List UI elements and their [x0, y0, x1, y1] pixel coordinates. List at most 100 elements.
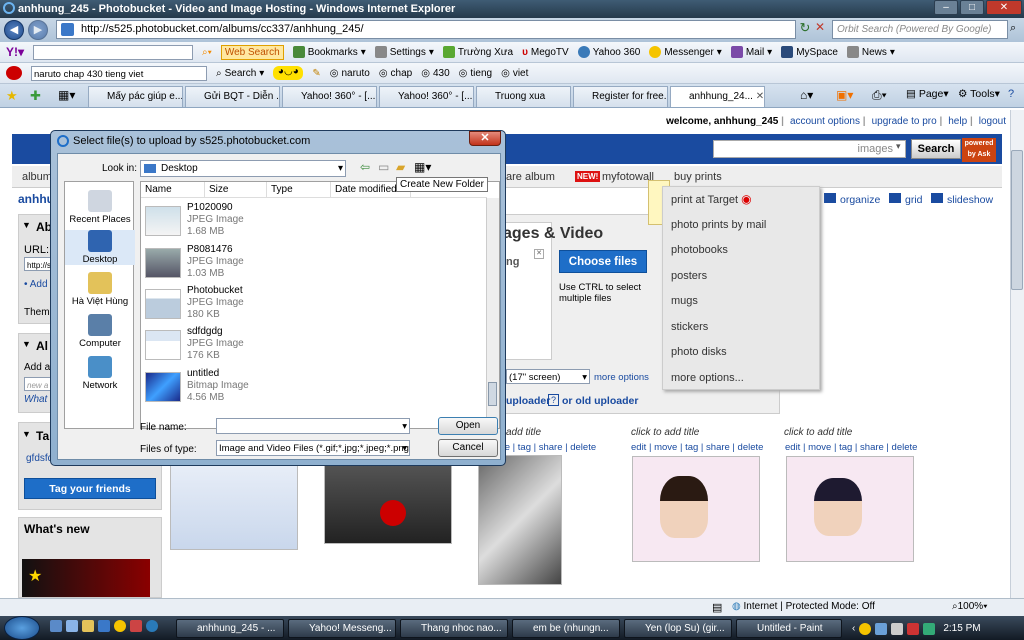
highlight-icon[interactable]: ✎ [312, 68, 320, 79]
uploader-help-icon[interactable]: ? [548, 394, 559, 406]
help-link[interactable]: help [948, 116, 967, 127]
col-type[interactable]: Type [267, 182, 331, 197]
ie-search-input[interactable]: Orbit Search (Powered By Google) [832, 20, 1008, 39]
zoom-control[interactable]: ⌕100%▾ [952, 601, 987, 612]
stop-icon[interactable]: ✕ [813, 20, 827, 39]
clock[interactable]: 2:15 PM [943, 623, 980, 634]
partial-actions[interactable]: ve | tag | share | delete [500, 442, 596, 453]
back-button[interactable]: ◀ [4, 20, 24, 40]
choose-files-button[interactable]: Choose files [559, 250, 647, 273]
pb-search-dropdown[interactable]: ▾ [896, 141, 901, 152]
partial-title[interactable]: add title [506, 427, 541, 438]
look-in-select[interactable]: Desktop ▾ [140, 160, 346, 177]
settings-menu[interactable]: Settings ▾ [374, 46, 434, 58]
quick-tabs-icon[interactable]: ▦▾ [58, 88, 75, 102]
file-list-scroll-thumb[interactable] [488, 382, 497, 406]
file-row[interactable]: P8081476 JPEG Image 1.03 MB [145, 244, 475, 284]
url-field[interactable]: http://s [24, 257, 52, 271]
term-tieng[interactable]: ◎ tieng [459, 68, 492, 79]
taskbar-item[interactable]: Thang nhoc nao... [400, 619, 508, 638]
what-link[interactable]: What [24, 394, 47, 405]
toolbar-search-button[interactable]: ⌕ Search ▾ [216, 68, 264, 79]
term-430[interactable]: ◎ 430 [421, 68, 449, 79]
place-recent[interactable]: Recent Places [65, 190, 135, 225]
folder-icon[interactable] [82, 620, 94, 632]
file-row[interactable]: untitled Bitmap Image 4.56 MB [145, 368, 475, 408]
account-options-link[interactable]: account options [790, 116, 860, 127]
truong-xua-link[interactable]: Trường Xưa [442, 46, 513, 58]
megotv-link[interactable]: υ MegoTV [522, 47, 569, 58]
delete-link[interactable]: delete [892, 442, 918, 453]
dismiss-icon[interactable]: ✕ [534, 249, 544, 259]
yahoo-search-input[interactable] [33, 44, 194, 60]
menu-more-options[interactable]: more options... [663, 366, 819, 392]
menu-mugs[interactable]: mugs [663, 289, 819, 315]
messenger-menu[interactable]: Messenger ▾ [649, 46, 722, 58]
old-uploader-link[interactable]: or old uploader [562, 395, 638, 407]
maximize-button[interactable]: □ [960, 0, 984, 15]
menu-posters[interactable]: posters [663, 264, 819, 290]
edit-link[interactable]: edit [785, 442, 800, 453]
more-options-link[interactable]: more options [594, 372, 649, 383]
screen-size-select[interactable]: (17" screen) ▾ [506, 369, 590, 384]
photo-thumbnail[interactable] [170, 462, 298, 550]
yahoo360-link[interactable]: Yahoo 360 [577, 46, 640, 58]
collapse-icon-3[interactable]: ▼ [22, 429, 31, 439]
add-favorites-icon[interactable]: ✚ [30, 88, 41, 104]
slideshow-button[interactable]: slideshow [931, 193, 993, 206]
pb-search-input[interactable]: images [713, 140, 906, 158]
tools-menu[interactable]: ⚙ Tools▾ [958, 88, 1000, 100]
news-menu[interactable]: News ▾ [846, 46, 895, 58]
file-row[interactable]: sdfdgdg JPEG Image 176 KB [145, 326, 475, 366]
show-desktop-icon[interactable] [50, 620, 62, 632]
tray-messenger-icon[interactable] [859, 622, 872, 635]
tab-4[interactable]: Yahoo! 360° - [... [379, 86, 474, 107]
place-network[interactable]: Network [65, 356, 135, 391]
back-arrow-icon[interactable]: ⇦ [360, 160, 370, 174]
nav-share-album[interactable]: are album [506, 171, 555, 183]
open-button[interactable]: Open [438, 417, 498, 435]
tag-friends-button[interactable]: Tag your friends [24, 478, 156, 499]
place-desktop[interactable]: Desktop [65, 230, 135, 265]
favorites-star-icon[interactable]: ★ [6, 88, 18, 104]
grid-button[interactable]: grid [889, 193, 923, 206]
yahoo-search-icon[interactable]: ⌕▾ [202, 47, 212, 58]
col-name[interactable]: Name [141, 182, 205, 197]
refresh-icon[interactable]: ↻ [798, 20, 812, 39]
close-window-button[interactable]: ✕ [986, 0, 1022, 15]
thumb-title[interactable]: click to add title [784, 427, 852, 438]
tab-7-active[interactable]: anhhung_24... ✕ [670, 86, 765, 107]
tab-1[interactable]: Mấy pác giúp e... [88, 86, 183, 107]
file-name-input[interactable]: ▾ [216, 418, 410, 434]
page-menu[interactable]: ▤ Page▾ [906, 88, 949, 100]
tray-arrow-icon[interactable]: ‹ [852, 623, 855, 634]
term-chap[interactable]: ◎ chap [379, 68, 412, 79]
pb-search-button[interactable]: Search [911, 139, 961, 159]
tag-link[interactable]: tag [839, 442, 852, 453]
web-search-button[interactable]: Web Search [220, 44, 284, 60]
start-button[interactable] [4, 616, 40, 640]
tray-language-icon[interactable] [923, 622, 936, 635]
move-link[interactable]: move [808, 442, 831, 453]
mail-menu[interactable]: Mail ▾ [730, 46, 772, 58]
tray-volume-icon[interactable] [891, 622, 904, 635]
messenger-icon[interactable] [114, 620, 126, 632]
menu-photobooks[interactable]: photobooks [663, 238, 819, 264]
help-icon[interactable]: ? [1008, 88, 1014, 100]
switch-windows-icon[interactable] [66, 620, 78, 632]
explorer-icon[interactable] [146, 620, 158, 632]
menu-photo-prints[interactable]: photo prints by mail [663, 213, 819, 239]
views-menu-icon[interactable]: ▦▾ [414, 160, 431, 174]
upgrade-link[interactable]: upgrade to pro [872, 116, 937, 127]
smiley-icon[interactable]: ◕◡◕ [273, 66, 304, 80]
collapse-icon-2[interactable]: ▼ [22, 339, 31, 349]
uploader-link[interactable]: uploader [506, 395, 550, 407]
home-icon[interactable]: ⌂▾ [800, 88, 813, 102]
place-user[interactable]: Hà Việt Hùng [65, 272, 135, 307]
taskbar-item[interactable]: Yen (lop Su) (gir... [624, 619, 732, 638]
col-size[interactable]: Size [205, 182, 267, 197]
new-album-input[interactable]: new a [24, 377, 52, 391]
menu-print-at-target[interactable]: print at Target ◉ [663, 187, 819, 213]
photo-thumbnail[interactable] [478, 455, 562, 585]
forward-button[interactable]: ▶ [28, 20, 48, 40]
